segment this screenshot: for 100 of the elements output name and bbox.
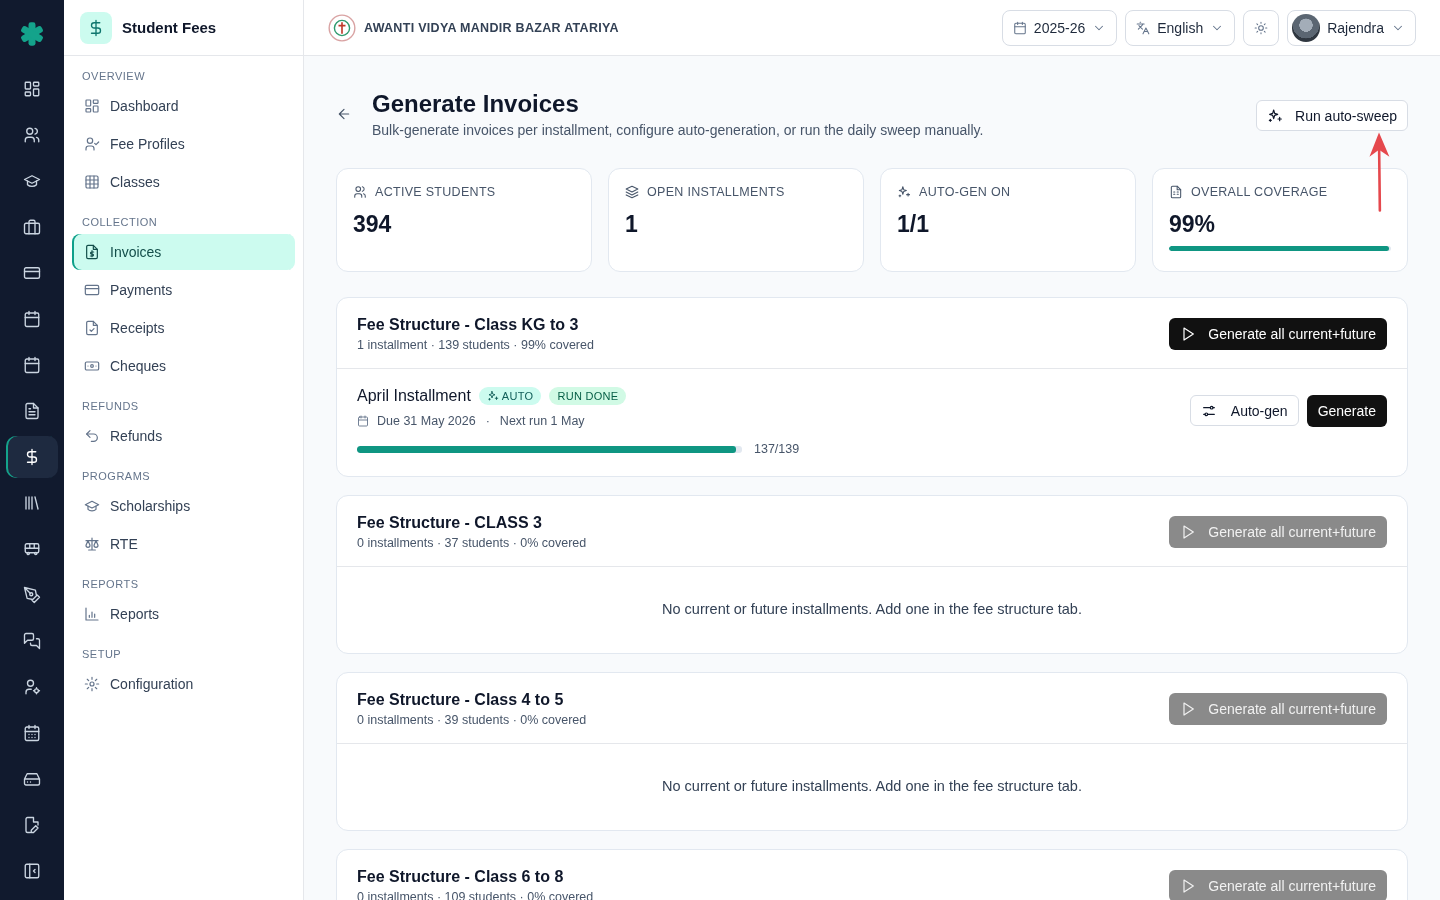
due-date: Due 31 May 2026 — [377, 414, 476, 428]
document-icon — [23, 402, 41, 420]
avatar — [1292, 13, 1321, 42]
graduation-cap-icon — [23, 172, 41, 190]
sidebar-item[interactable]: Receipts — [72, 310, 295, 346]
school-name: AWANTI VIDYA MANDIR BAZAR ATARIYA — [364, 20, 619, 35]
invoice-icon — [84, 244, 100, 260]
stat-value: 1/1 — [897, 211, 930, 238]
section-heading: OVERVIEW — [81, 69, 147, 84]
drive-icon — [23, 770, 41, 788]
card-meta: 1 installment · 139 students · 99% covered — [357, 338, 594, 352]
generate-all-button[interactable]: Generate all current+future — [1169, 318, 1387, 350]
sparkles-icon — [897, 185, 911, 199]
card-title: Fee Structure - Class 4 to 5 — [357, 691, 565, 709]
table-icon — [84, 174, 100, 190]
sparkles-icon — [1267, 107, 1284, 124]
users-icon — [353, 185, 367, 199]
calendar-icon — [1012, 20, 1027, 35]
banknote-icon — [84, 358, 100, 374]
run-auto-sweep-button[interactable]: Run auto-sweep — [1256, 100, 1408, 131]
empty-message: No current or future installments. Add one in the fee structure tab. — [661, 777, 1083, 796]
chat-icon — [23, 632, 41, 650]
page-title: Generate Invoices — [372, 90, 580, 118]
grid-icon — [23, 80, 41, 98]
back-icon — [336, 106, 352, 122]
user-settings-icon — [23, 678, 41, 696]
stat-label: OVERALL COVERAGE — [1191, 185, 1328, 199]
logo-icon — [18, 20, 46, 48]
document-pen-icon — [23, 816, 41, 834]
card-meta: 0 installments · 39 students · 0% covered — [357, 713, 587, 727]
credit-card-icon — [23, 264, 41, 282]
progress-count: 137/139 — [754, 442, 800, 456]
calendar-icon — [23, 724, 41, 742]
library-icon — [23, 494, 41, 512]
status-badge: AUTO — [478, 387, 542, 405]
user-menu[interactable]: Rajendra — [1287, 9, 1416, 46]
stat-value: 1 — [625, 211, 639, 238]
calendar-icon — [357, 415, 369, 427]
rail-button[interactable] — [6, 436, 58, 478]
scale-icon — [84, 536, 100, 552]
generate-button[interactable]: Generate — [1306, 395, 1387, 427]
undo-icon — [84, 428, 100, 444]
year-selector[interactable]: 2025-26 — [1001, 9, 1118, 46]
back-button[interactable] — [336, 106, 352, 122]
school-emblem-icon — [328, 13, 356, 42]
users-icon — [23, 126, 41, 144]
stat-value: 99% — [1169, 211, 1217, 238]
layers-icon — [625, 185, 639, 199]
sparkles-icon — [486, 390, 499, 402]
sidebar-item[interactable]: Fee Profiles — [72, 126, 295, 162]
sun-icon — [1254, 20, 1269, 35]
play-icon — [1180, 701, 1197, 717]
section-heading: COLLECTION — [81, 215, 159, 230]
sidebar-item[interactable]: Scholarships — [72, 488, 295, 524]
sidebar-item[interactable]: Reports — [72, 596, 295, 632]
pen-icon — [23, 586, 41, 604]
separator-dot: · — [485, 414, 490, 428]
user-check-icon — [84, 136, 100, 152]
language-selector[interactable]: English — [1125, 9, 1236, 46]
section-heading: REPORTS — [81, 577, 140, 592]
stat-label: ACTIVE STUDENTS — [375, 185, 496, 199]
section-heading: REFUNDS — [81, 399, 140, 414]
section-heading: PROGRAMS — [81, 469, 152, 484]
sidebar-item[interactable]: Configuration — [72, 666, 295, 702]
graduation-cap-icon — [84, 498, 100, 514]
grid-icon — [84, 98, 100, 114]
calendar-icon — [23, 356, 41, 374]
document-check-icon — [84, 320, 100, 336]
installment-name: April Installment — [357, 387, 471, 405]
card-title: Fee Structure - CLASS 3 — [357, 514, 543, 532]
card-meta: 0 installments · 37 students · 0% covered — [357, 536, 587, 550]
page-subtitle: Bulk-generate invoices per installment, configure auto-generation, or run the daily sweep manually. — [372, 122, 985, 138]
sidebar-title: Student Fees — [122, 19, 217, 36]
sidebar-item[interactable]: Classes — [72, 164, 295, 200]
stat-value: 394 — [353, 211, 393, 238]
bus-icon — [23, 540, 41, 558]
briefcase-icon — [23, 218, 41, 236]
sidebar-item[interactable]: Payments — [72, 272, 295, 308]
section-heading: SETUP — [81, 647, 123, 662]
spreadsheet-icon — [1169, 185, 1183, 199]
sidebar-item[interactable]: Invoices — [72, 234, 295, 270]
sidebar-toggle-icon — [23, 862, 41, 880]
play-icon — [1180, 524, 1197, 540]
play-icon — [1180, 326, 1197, 342]
bar-chart-icon — [84, 606, 100, 622]
sidebar-item[interactable]: Dashboard — [72, 88, 295, 124]
translate-icon — [1136, 20, 1151, 35]
calendar-icon — [23, 310, 41, 328]
auto-gen-button[interactable]: Auto-gen — [1189, 395, 1299, 426]
play-icon — [1180, 878, 1197, 894]
stat-label: OPEN INSTALLMENTS — [647, 185, 785, 199]
stat-label: AUTO-GEN ON — [919, 185, 1011, 199]
status-badge: RUN DONE — [549, 387, 627, 405]
card-title: Fee Structure - Class KG to 3 — [357, 316, 580, 334]
sidebar-item[interactable]: Cheques — [72, 348, 295, 384]
sidebar-item[interactable]: Refunds — [72, 418, 295, 454]
empty-message: No current or future installments. Add one in the fee structure tab. — [661, 600, 1083, 619]
sidebar-item[interactable]: RTE — [72, 526, 295, 562]
theme-toggle[interactable] — [1243, 9, 1280, 46]
card-title: Fee Structure - Class 6 to 8 — [357, 868, 565, 886]
